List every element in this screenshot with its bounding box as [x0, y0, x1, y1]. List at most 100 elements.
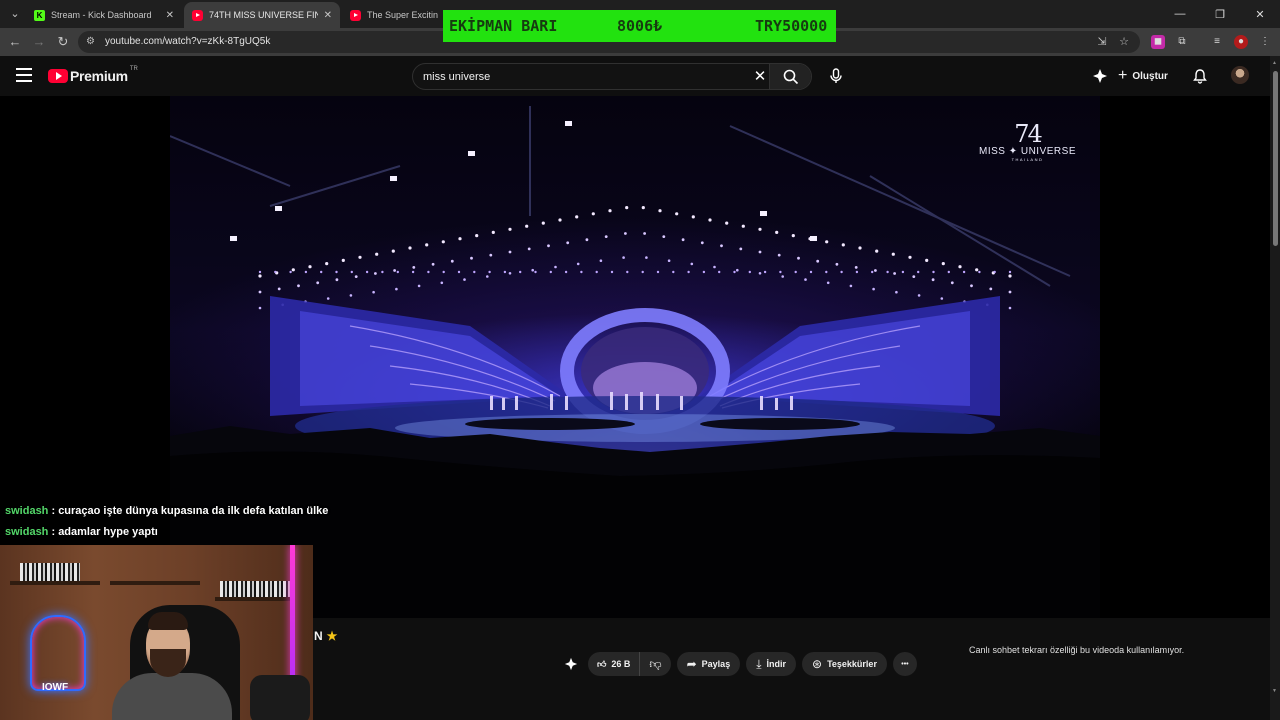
- video-player[interactable]: 74 MISS ✦ UNIVERSE THAILAND: [0, 96, 1270, 618]
- roof-light: [258, 270, 262, 274]
- forward-arrow-icon[interactable]: →: [31, 34, 47, 50]
- scroll-down-icon[interactable]: ▼: [1272, 688, 1278, 694]
- reload-icon[interactable]: ↻: [55, 34, 71, 50]
- scroll-up-icon[interactable]: ▲: [1272, 60, 1278, 66]
- roof-light: [958, 265, 962, 269]
- premium-sparkle-action[interactable]: [560, 652, 582, 676]
- chat-message-text: adamlar hype yaptı: [58, 526, 158, 538]
- premium-sparkle-button[interactable]: [1090, 66, 1110, 86]
- brand-text: Premium: [70, 68, 128, 84]
- account-avatar[interactable]: [1231, 66, 1249, 84]
- roof-light: [901, 270, 905, 274]
- bookmark-star-icon[interactable]: ☆: [1117, 35, 1131, 49]
- roof-light: [473, 270, 476, 274]
- roof-light: [725, 221, 729, 225]
- extension-icon[interactable]: ◼: [1151, 35, 1165, 49]
- create-button[interactable]: + Oluştur: [1118, 66, 1168, 86]
- bell-icon: [1193, 69, 1207, 84]
- equipment-goal-bar: EKİPMAN BARI 8006₺ TRY50000: [443, 10, 836, 42]
- spot-light: [230, 236, 237, 241]
- voice-search-button[interactable]: [826, 66, 846, 86]
- roof-light: [316, 281, 320, 285]
- clear-search-icon[interactable]: ✕: [751, 68, 769, 86]
- roof-light: [708, 218, 712, 222]
- roof-light: [350, 270, 353, 274]
- extensions-puzzle-icon[interactable]: ⧉: [1175, 35, 1189, 49]
- search-input[interactable]: [423, 68, 743, 86]
- roof-light: [491, 230, 495, 234]
- install-app-icon[interactable]: ⇲: [1095, 35, 1109, 49]
- tab-miss-universe-video[interactable]: 74TH MISS UNIVERSE FINAL CO ✕: [184, 2, 340, 28]
- roof-light: [427, 270, 430, 274]
- stage-illustration: [170, 106, 1100, 618]
- roof-light: [547, 244, 550, 248]
- scrollbar-thumb[interactable]: [1273, 71, 1278, 246]
- roof-light: [289, 270, 292, 274]
- roof-light: [335, 278, 339, 282]
- roof-light: [325, 262, 329, 266]
- tab-close-icon[interactable]: ✕: [166, 10, 174, 21]
- chat-username: swidash: [5, 505, 49, 517]
- notifications-button[interactable]: [1190, 66, 1210, 86]
- roof-light: [297, 284, 300, 288]
- roof-light: [700, 241, 704, 245]
- restore-icon[interactable]: ❐: [1200, 0, 1240, 28]
- thanks-button[interactable]: ⊛ Teşekkürler: [802, 652, 887, 676]
- roof-light: [417, 284, 421, 288]
- roof-light: [874, 269, 877, 272]
- roof-light: [591, 212, 595, 216]
- download-button[interactable]: ⤓ İndir: [746, 652, 797, 676]
- like-button[interactable]: 👍︎ 26 B: [588, 652, 641, 676]
- share-button[interactable]: ➦ Paylaş: [676, 652, 741, 676]
- create-label: Oluştur: [1132, 70, 1168, 82]
- roof-light: [908, 255, 912, 259]
- bookshelf-items: [220, 581, 290, 597]
- spot-light: [390, 176, 397, 181]
- shelf: [215, 597, 295, 601]
- back-arrow-icon[interactable]: ←: [7, 34, 23, 50]
- url-text[interactable]: youtube.com/watch?v=zKk-8TgUQ5k: [105, 36, 270, 47]
- close-window-icon[interactable]: ✕: [1240, 0, 1280, 28]
- roof-light: [758, 250, 762, 254]
- profile-extension-icon[interactable]: ●: [1234, 35, 1248, 49]
- roof-light: [1008, 290, 1012, 294]
- roof-light: [962, 270, 966, 274]
- roof-light: [645, 256, 648, 259]
- hamburger-menu-icon[interactable]: [16, 68, 32, 82]
- search-button[interactable]: [769, 64, 811, 89]
- roof-light: [558, 218, 562, 222]
- roof-light: [917, 294, 921, 297]
- dislike-button[interactable]: 👎︎: [640, 652, 670, 676]
- thumbs-down-icon: 👎︎: [649, 656, 662, 671]
- roof-light: [626, 270, 629, 274]
- tab-title: 74TH MISS UNIVERSE FINAL CO: [209, 10, 318, 20]
- roof-light: [641, 270, 644, 274]
- download-label: İndir: [766, 659, 787, 669]
- roof-light: [975, 268, 979, 272]
- browser-menu-icon[interactable]: ⋮: [1258, 35, 1272, 49]
- roof-light: [395, 287, 398, 291]
- roof-light: [381, 270, 384, 274]
- roof-light: [320, 270, 323, 274]
- tab-kick-dashboard[interactable]: Stream - Kick Dashboard ✕: [26, 2, 182, 28]
- tab-close-icon[interactable]: ✕: [324, 10, 332, 21]
- sparkle-icon: [564, 657, 578, 671]
- download-icon: ⤓: [756, 656, 762, 671]
- tab-super-exciting[interactable]: The Super Exciting fina: [342, 2, 446, 28]
- roof-light: [718, 270, 721, 274]
- site-info-icon[interactable]: ⚙: [86, 36, 98, 48]
- chat-message-text: curaçao işte dünya kupasına da ilk defa …: [58, 505, 329, 517]
- roof-light: [408, 246, 412, 250]
- tab-search-chevron-icon[interactable]: ⌄: [6, 5, 24, 23]
- roof-light: [941, 262, 945, 266]
- page-scrollbar[interactable]: ▲ ▼: [1270, 56, 1280, 720]
- roof-light: [702, 270, 706, 274]
- roof-light: [895, 290, 898, 294]
- youtube-premium-logo[interactable]: Premium TR: [48, 66, 138, 84]
- media-controls-icon[interactable]: ≡: [1210, 35, 1224, 49]
- roof-light: [489, 253, 493, 257]
- roof-light: [667, 259, 671, 262]
- minimize-icon[interactable]: —: [1160, 0, 1200, 28]
- roof-light: [809, 270, 813, 274]
- more-actions-button[interactable]: •••: [892, 652, 917, 676]
